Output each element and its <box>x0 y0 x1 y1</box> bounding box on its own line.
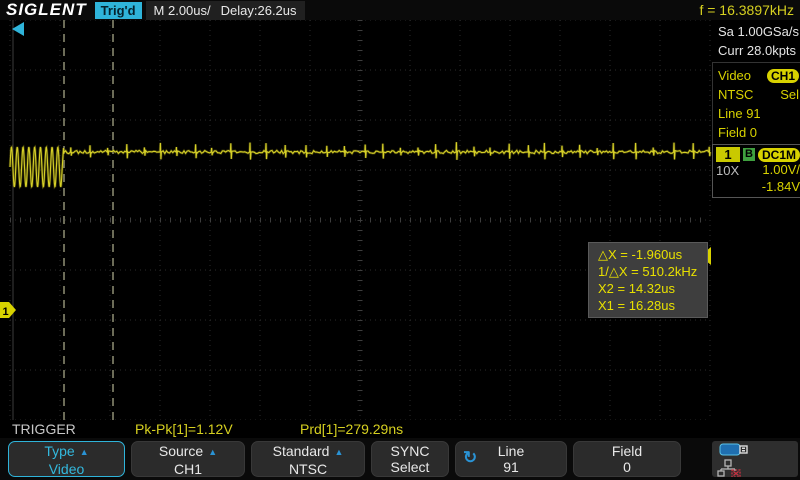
acquisition-info: Sa 1.00GSa/s Curr 28.0kpts <box>712 20 800 60</box>
softkey-sync-value: Select <box>390 459 430 475</box>
trigger-status-badge: Trig'd <box>94 1 142 19</box>
up-arrow-icon: ▲ <box>79 447 89 457</box>
timebase-value: M 2.00us/ <box>153 2 211 18</box>
memory-depth: Curr 28.0kpts <box>718 43 797 58</box>
waveform-display: 1 △X = -1.960us 1/△X = 510.2kHz X2 = 14.… <box>0 19 712 421</box>
rotary-knob-icon: ↻ <box>463 448 478 467</box>
trigger-line: Line 91 <box>718 106 761 121</box>
cursor-x1: X1 = 16.28us <box>598 298 675 313</box>
peripherals-icons <box>717 443 748 478</box>
softkey-standard-title: Standard <box>272 443 330 459</box>
svg-text:1: 1 <box>3 306 9 318</box>
softkey-standard-button[interactable]: Standard ▲ NTSC <box>251 441 365 477</box>
trigger-field: Field 0 <box>718 125 758 140</box>
trigger-source-badge: CH1 <box>766 68 799 83</box>
softkey-type-value: Video <box>48 461 85 477</box>
cursor-inv-delta-x: 1/△X = 510.2kHz <box>598 264 698 279</box>
top-status-bar: SIGLENT Trig'd M 2.00us/ Delay:26.2us f … <box>0 0 800 20</box>
frequency-counter: f = 16.3897kHz <box>699 2 794 18</box>
measurement-period: Prd[1]=279.29ns <box>300 421 404 437</box>
measurement-pkpk: Pk-Pk[1]=1.12V <box>135 421 233 437</box>
graticule-grid <box>9 19 711 421</box>
usb-icon <box>719 443 748 456</box>
softkey-source-title: Source <box>158 443 204 459</box>
up-arrow-icon: ▲ <box>334 447 344 457</box>
cursor-delta-x: △X = -1.960us <box>598 247 683 262</box>
softkey-type-button[interactable]: Type ▲ Video <box>8 441 125 477</box>
softkey-field-button[interactable]: Field 0 <box>573 441 681 477</box>
graticule-svg: 1 <box>0 19 712 421</box>
softkey-line-button[interactable]: ↻ Line 91 <box>455 441 567 477</box>
trigger-type: Video <box>718 68 752 83</box>
softkey-standard-value: NTSC <box>288 461 328 477</box>
vertical-scale: 1.00V/ <box>762 162 800 177</box>
channel1-ground-marker[interactable]: 1 <box>0 302 16 318</box>
probe-attenuation: 10X <box>716 163 740 178</box>
softkey-field-value: 0 <box>623 459 631 475</box>
right-sidebar: Sa 1.00GSa/s Curr 28.0kpts Video CH1 NTS… <box>712 20 800 420</box>
trigger-info-box: Video CH1 NTSC Sel Line 91 Field 0 <box>712 62 800 146</box>
siglent-logo: SIGLENT <box>6 0 87 19</box>
cursor-readout-box: △X = -1.960us 1/△X = 510.2kHz X2 = 14.32… <box>588 242 708 318</box>
lan-icon <box>717 459 741 478</box>
trigger-position-marker[interactable] <box>12 22 24 36</box>
timebase-readout: M 2.00us/ Delay:26.2us <box>145 0 305 20</box>
cursor-x2: X2 = 14.32us <box>598 281 675 296</box>
softkey-menu-bar: Type ▲ Video Source ▲ CH1 Standard ▲ NTSC S… <box>0 438 800 480</box>
oscilloscope-screen: SIGLENT Trig'd M 2.00us/ Delay:26.2us f … <box>0 0 800 480</box>
vertical-offset: -1.84V <box>761 179 800 194</box>
bandwidth-limit-badge: B <box>743 148 755 161</box>
trigger-sel: Sel <box>780 87 799 102</box>
peripherals-panel <box>712 441 798 478</box>
softkey-sync-button[interactable]: SYNC Select <box>371 441 449 477</box>
measurement-bar: TRIGGER Pk-Pk[1]=1.12V Prd[1]=279.29ns <box>0 420 800 438</box>
trigger-standard: NTSC <box>718 87 754 102</box>
softkey-source-button[interactable]: Source ▲ CH1 <box>131 441 245 477</box>
softkey-sync-title: SYNC <box>390 443 430 459</box>
up-arrow-icon: ▲ <box>208 447 218 457</box>
menu-title: TRIGGER <box>12 421 76 437</box>
channel1-info-box[interactable]: 1 B DC1M 10X 1.00V/ -1.84V <box>712 144 800 198</box>
sample-rate: Sa 1.00GSa/s <box>718 24 799 39</box>
softkey-field-title: Field <box>611 443 643 459</box>
softkey-type-title: Type <box>44 443 75 459</box>
delay-value: Delay:26.2us <box>220 2 297 18</box>
softkey-source-value: CH1 <box>173 461 202 477</box>
channel1-number-badge: 1 <box>716 147 740 162</box>
coupling-badge: DC1M <box>758 147 800 162</box>
